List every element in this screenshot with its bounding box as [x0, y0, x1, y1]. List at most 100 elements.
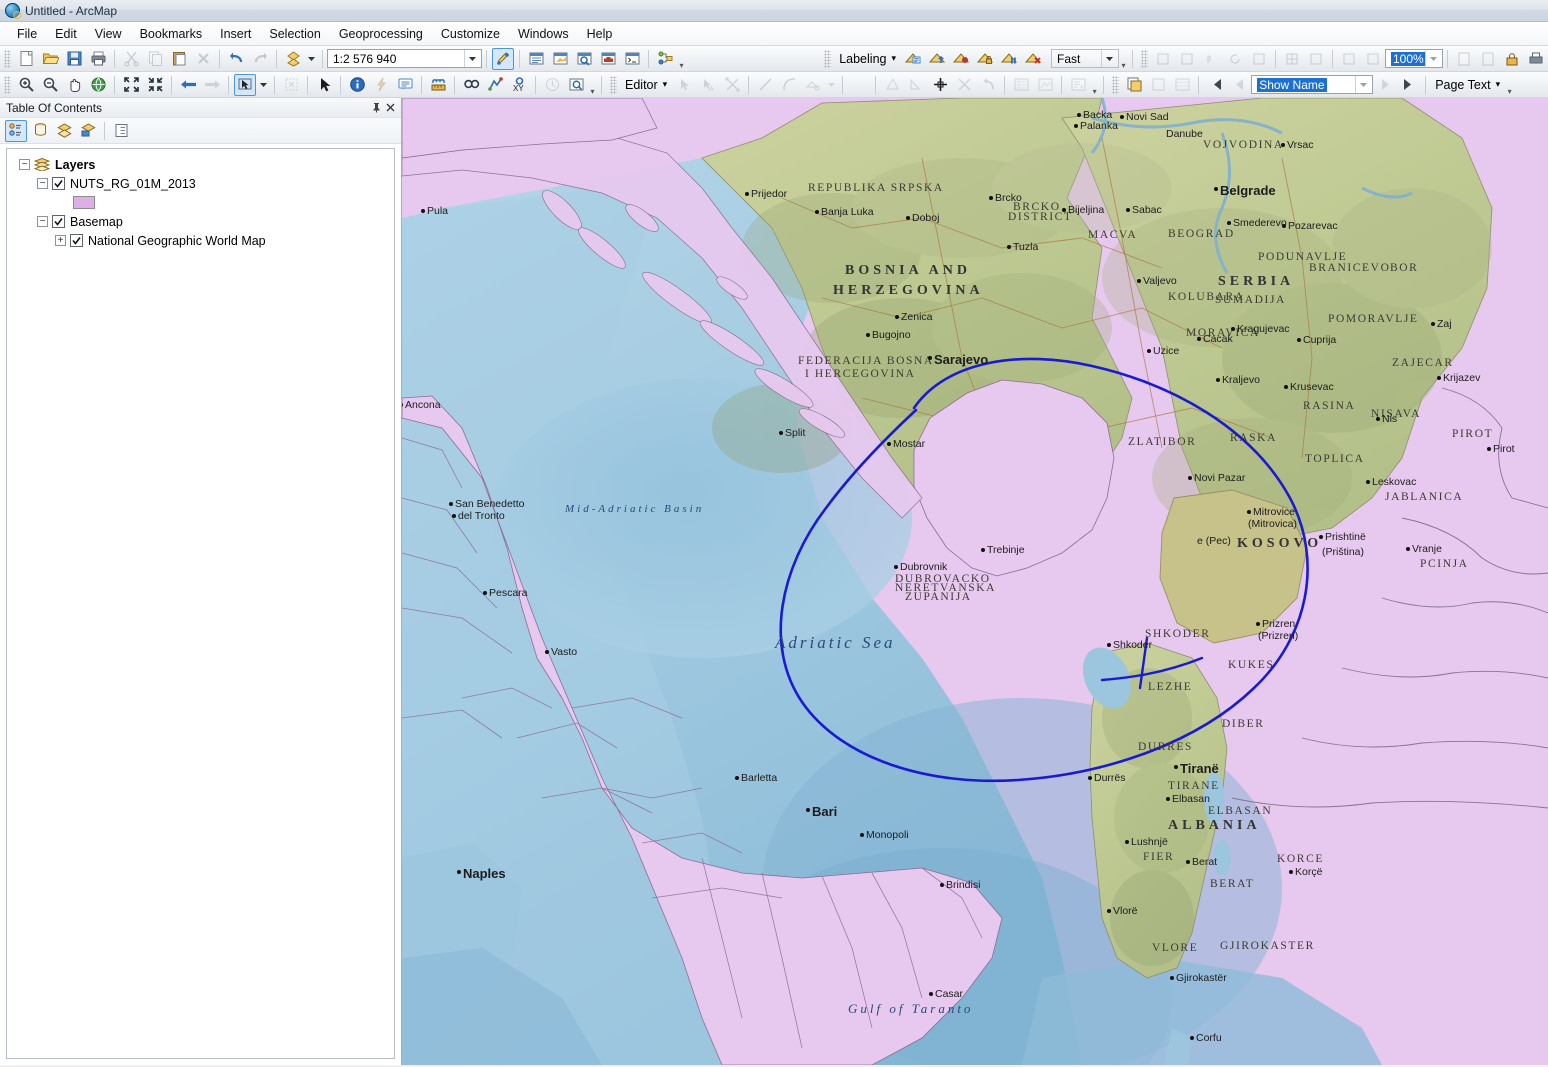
data-driven-pages-setup-icon[interactable] — [1123, 74, 1145, 96]
list-by-selection-icon[interactable] — [77, 120, 99, 142]
create-features-icon[interactable] — [1067, 74, 1089, 96]
full-extent-globe-icon[interactable] — [87, 74, 109, 96]
menu-item-windows[interactable]: Windows — [509, 24, 578, 44]
ddp-overflow-button[interactable]: ▾ — [1505, 75, 1514, 95]
tools-toolbar-grip[interactable] — [4, 75, 11, 94]
redo-icon[interactable] — [249, 48, 271, 70]
trace-dropdown-icon[interactable] — [826, 74, 837, 96]
first-page-icon[interactable] — [1204, 74, 1226, 96]
menu-item-bookmarks[interactable]: Bookmarks — [131, 24, 212, 44]
midpoint-icon[interactable] — [929, 74, 951, 96]
ddp-next-extent-icon[interactable] — [1362, 48, 1384, 70]
menu-item-geoprocessing[interactable]: Geoprocessing — [330, 24, 432, 44]
last-page-icon[interactable] — [1398, 74, 1420, 96]
intersection-icon[interactable] — [953, 74, 975, 96]
add-data-icon[interactable] — [282, 48, 304, 70]
map-view[interactable]: BOSNIA AND HERZEGOVINA SERBIA KOSOVO ALBANIA… — [402, 98, 1548, 1065]
time-slider-icon[interactable] — [541, 74, 563, 96]
labeling-menu[interactable]: Labeling — [834, 52, 889, 66]
chevron-down-icon[interactable] — [1355, 76, 1370, 93]
pause-labeling-icon[interactable] — [998, 48, 1020, 70]
ddp-nav-grip[interactable] — [1112, 75, 1120, 94]
labeling-overflow-button[interactable]: ▾ — [1119, 49, 1128, 69]
fixed-zoom-out-icon[interactable] — [144, 74, 166, 96]
ddp-zoom-combobox[interactable]: 100% — [1385, 49, 1443, 68]
editor-toolbar-grip[interactable] — [610, 75, 617, 94]
menu-item-edit[interactable]: Edit — [46, 24, 86, 44]
collapse-icon[interactable]: − — [37, 216, 48, 227]
table-of-contents-icon[interactable] — [525, 48, 547, 70]
layer-visibility-checkbox[interactable] — [52, 177, 65, 190]
zoom-out-icon[interactable] — [39, 74, 61, 96]
save-icon[interactable] — [63, 48, 85, 70]
ddp-print-icon[interactable] — [1525, 48, 1547, 70]
end-point-arc-icon[interactable] — [778, 74, 800, 96]
identify-icon[interactable] — [346, 74, 368, 96]
delete-icon[interactable] — [192, 48, 214, 70]
hyperlink-icon[interactable] — [370, 74, 392, 96]
list-by-visibility-icon[interactable] — [53, 120, 75, 142]
ddp-page-extent-icon[interactable] — [1248, 48, 1270, 70]
ddp-refresh-pages-icon[interactable] — [1147, 74, 1169, 96]
toc-layer-nuts[interactable]: − NUTS_RG_01M_2013 — [11, 174, 390, 193]
collapse-icon[interactable]: − — [19, 159, 30, 170]
menu-item-selection[interactable]: Selection — [260, 24, 329, 44]
page-name-combobox[interactable]: Show Name — [1251, 75, 1374, 94]
cut-icon[interactable] — [120, 48, 142, 70]
tools-overflow-button[interactable]: ▾ — [588, 75, 597, 95]
editor-overflow-button[interactable]: ▾ — [1090, 75, 1099, 95]
labeling-toolbar-grip[interactable] — [824, 49, 832, 68]
measure-icon[interactable] — [427, 74, 449, 96]
print-icon[interactable] — [87, 48, 109, 70]
ddp-page-properties-icon[interactable] — [1477, 48, 1499, 70]
toc-node-layers[interactable]: − Layers — [11, 155, 390, 174]
ddp-zoom-out-icon[interactable] — [1176, 48, 1198, 70]
layer-visibility-checkbox[interactable] — [52, 215, 65, 228]
trace-icon[interactable] — [802, 74, 824, 96]
html-popup-icon[interactable] — [394, 74, 416, 96]
toc-options-icon[interactable] — [110, 120, 132, 142]
ddp-zoom-in-icon[interactable] — [1152, 48, 1174, 70]
ddp-full-extent-icon[interactable] — [1305, 48, 1327, 70]
map-scale-combobox[interactable]: 1:2 576 940 — [327, 49, 482, 68]
menu-item-view[interactable]: View — [86, 24, 131, 44]
search-icon[interactable] — [573, 48, 595, 70]
expand-icon[interactable]: + — [55, 235, 66, 246]
undo-edit-icon[interactable] — [977, 74, 999, 96]
undo-icon[interactable] — [225, 48, 247, 70]
page-text-chevron-icon[interactable]: ▾ — [1496, 79, 1501, 90]
ddp-pan-icon[interactable] — [1200, 48, 1222, 70]
list-by-source-icon[interactable] — [29, 120, 51, 142]
edit-annotation-icon[interactable]: A — [697, 74, 719, 96]
next-page-icon[interactable] — [1374, 74, 1396, 96]
edit-tool-icon[interactable] — [673, 74, 695, 96]
open-icon[interactable] — [39, 48, 61, 70]
chevron-down-icon[interactable] — [464, 50, 479, 67]
go-back-icon[interactable] — [177, 74, 199, 96]
copy-icon[interactable] — [144, 48, 166, 70]
ddp-prev-extent-icon[interactable] — [1338, 48, 1360, 70]
toolbar-grip[interactable] — [4, 49, 11, 68]
menu-item-help[interactable]: Help — [578, 24, 622, 44]
pin-icon[interactable] — [369, 101, 383, 115]
menu-item-customize[interactable]: Customize — [432, 24, 509, 44]
new-map-icon[interactable] — [15, 48, 37, 70]
editor-menu-chevron-icon[interactable]: ▾ — [663, 79, 668, 90]
ddp-lock-icon[interactable] — [1501, 48, 1523, 70]
select-dropdown-icon[interactable] — [258, 74, 269, 96]
go-forward-icon[interactable] — [201, 74, 223, 96]
labeling-menu-chevron-icon[interactable]: ▾ — [891, 53, 896, 64]
close-icon[interactable] — [383, 101, 397, 115]
page-list-icon[interactable] — [1171, 74, 1193, 96]
ddp-new-page-icon[interactable] — [1453, 48, 1475, 70]
find-icon[interactable] — [460, 74, 482, 96]
editor-menu[interactable]: Editor — [620, 78, 661, 92]
select-elements-icon[interactable] — [313, 74, 335, 96]
edit-vertices-icon[interactable] — [721, 74, 743, 96]
create-viewer-window-icon[interactable] — [565, 74, 587, 96]
catalog-icon[interactable] — [549, 48, 571, 70]
label-priority-icon[interactable] — [926, 48, 948, 70]
ddp-tile-windows-icon[interactable] — [1281, 48, 1303, 70]
lock-labels-icon[interactable] — [974, 48, 996, 70]
select-features-icon[interactable] — [234, 73, 256, 96]
